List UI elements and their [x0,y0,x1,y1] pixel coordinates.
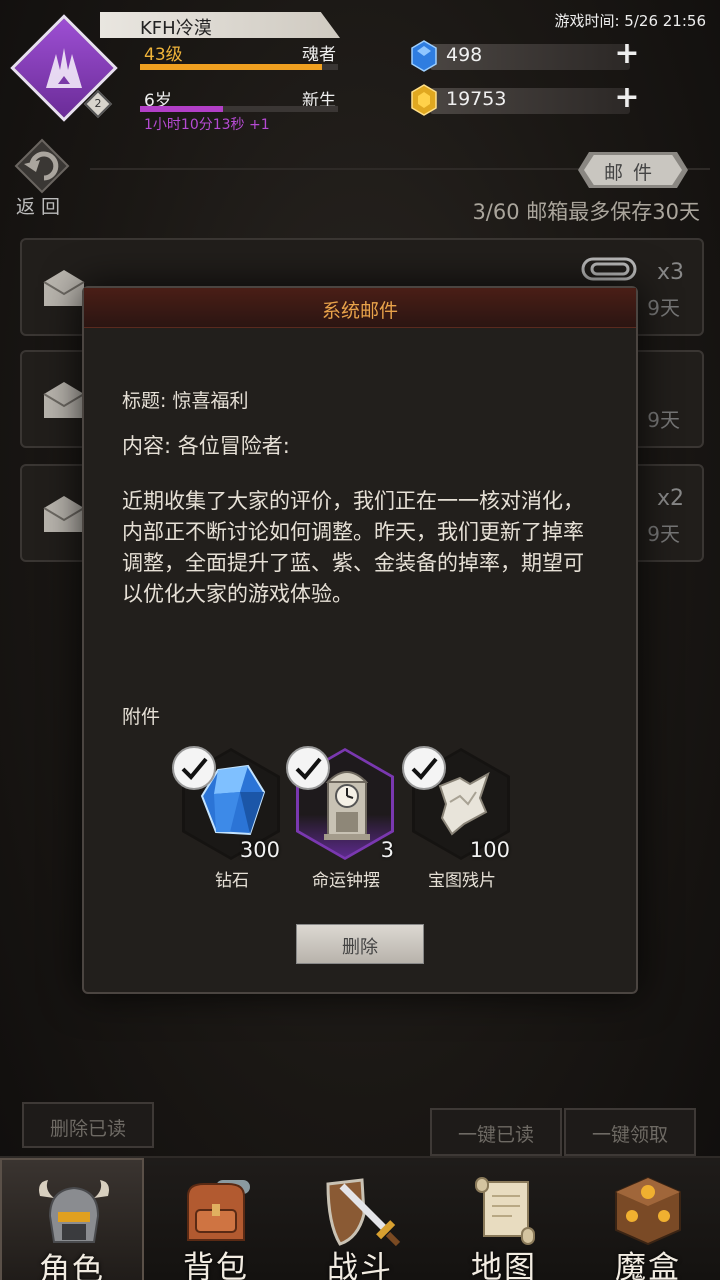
nav-item-character[interactable]: 角色 [0,1158,144,1280]
mail-days-left: 9天 [647,408,680,432]
diamond-icon [410,40,438,72]
mailbox-info: 3/60 邮箱最多保存30天 [472,200,700,224]
claim-all-label: 一键领取 [591,1124,668,1146]
add-gold-button[interactable]: + [614,83,640,113]
nav-label: 地图 [471,1250,537,1280]
gold-count: 19753 [446,88,507,110]
mail-attachment-count: x3 [656,260,684,285]
gold-resource: 19753 + [410,83,642,116]
mail-days-left: 9天 [647,296,680,320]
envelope-icon [42,378,86,422]
system-mail-modal: 系统邮件 标题: 惊喜福利 内容: 各位冒险者: 近期收集了大家的评价，我们正在… [82,286,638,994]
delete-mail-button[interactable]: 删除 [296,924,424,964]
diamond-count: 498 [446,44,483,66]
attachment-clip-icon [580,254,640,284]
envelope-icon [42,266,86,310]
age-progress-bar [140,106,338,112]
back-label: 返回 [16,196,67,218]
attachment-item-map-fragment[interactable]: 100 宝图残片 [402,746,514,896]
mail-body-text: 近期收集了大家的评价，我们正在一一核对消化，内部正不断讨论如何调整。昨天，我们更… [122,489,584,606]
nav-label: 背包 [183,1250,249,1280]
modal-title: 系统邮件 [321,300,398,322]
claim-all-button[interactable]: 一键领取 [564,1108,696,1156]
nav-item-battle[interactable]: 战斗 [288,1158,432,1280]
attachment-item-diamond[interactable]: 300 钻石 [172,746,284,896]
level-progress-bar [140,64,338,70]
back-button[interactable]: 返回 [8,134,80,220]
nav-label: 魔盒 [615,1250,681,1280]
game-time: 游戏时间: 5/26 21:56 [554,12,706,30]
attachment-qty: 3 [380,838,394,862]
selected-check-icon [286,746,330,790]
player-level: 43级 [144,45,183,65]
read-all-button[interactable]: 一键已读 [430,1108,562,1156]
mail-days-left: 9天 [647,522,680,546]
backpack-icon [174,1174,258,1248]
player-title: 魂者 [302,45,336,65]
nav-label: 战斗 [327,1250,393,1280]
nav-label: 角色 [39,1252,105,1280]
selected-check-icon [402,746,446,790]
scroll-map-icon [462,1174,546,1248]
envelope-icon [42,492,86,536]
delete-mail-label: 删除 [342,937,378,958]
player-name-plate: KFH冷漠 [100,12,340,38]
back-arrow-icon [14,138,70,194]
magic-box-icon [606,1174,690,1248]
attachments-label: 附件 [122,706,161,728]
mail-content-label: 内容: 各位冒险者: [122,434,290,458]
player-name: KFH冷漠 [140,18,212,39]
delete-read-button[interactable]: 删除已读 [22,1102,154,1148]
delete-read-label: 删除已读 [49,1118,126,1140]
nav-item-backpack[interactable]: 背包 [144,1158,288,1280]
attachment-name: 宝图残片 [428,871,496,891]
growth-timer: 1小时10分13秒 +1 [144,117,270,133]
tab-mail-label: 邮件 [603,162,662,184]
player-avatar[interactable]: 2 [10,14,118,122]
attachment-item-clock[interactable]: 3 命运钟摆 [286,746,398,896]
diamond-resource: 498 + [410,39,642,72]
mail-attachment-count: x2 [656,486,684,511]
attachment-qty: 300 [239,838,280,862]
nav-item-map[interactable]: 地图 [432,1158,576,1280]
add-diamond-button[interactable]: + [614,39,640,69]
mail-subject: 标题: 惊喜福利 [122,390,249,412]
nav-item-magic-box[interactable]: 魔盒 [576,1158,720,1280]
bottom-nav: 角色 背包 战斗 地图 魔盒 [0,1156,720,1280]
read-all-label: 一键已读 [457,1124,534,1146]
modal-header: 系统邮件 [84,288,636,328]
sword-shield-icon [318,1174,402,1248]
attachment-qty: 100 [469,838,510,862]
gold-coin-icon [410,84,438,116]
helmet-icon [32,1176,116,1250]
selected-check-icon [172,746,216,790]
tab-mail[interactable]: 邮件 [578,152,688,188]
